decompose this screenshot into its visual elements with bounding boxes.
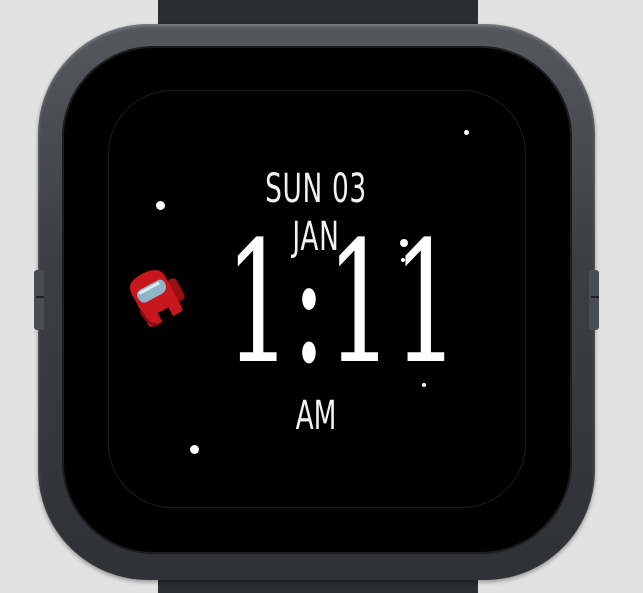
watch-side-button-right[interactable] (589, 270, 599, 330)
star-icon (190, 445, 199, 454)
star-icon (156, 201, 165, 210)
meridiem-indicator: AM (295, 393, 337, 439)
case-seam-left (36, 296, 44, 298)
crewmate-icon (124, 266, 190, 336)
watch-side-button-left[interactable] (34, 270, 44, 330)
case-seam-right (591, 296, 599, 298)
time-display: 1:11 (225, 205, 460, 401)
star-icon (464, 130, 469, 135)
device-preview: SUN 03 JAN 1:11 AM (0, 0, 643, 593)
